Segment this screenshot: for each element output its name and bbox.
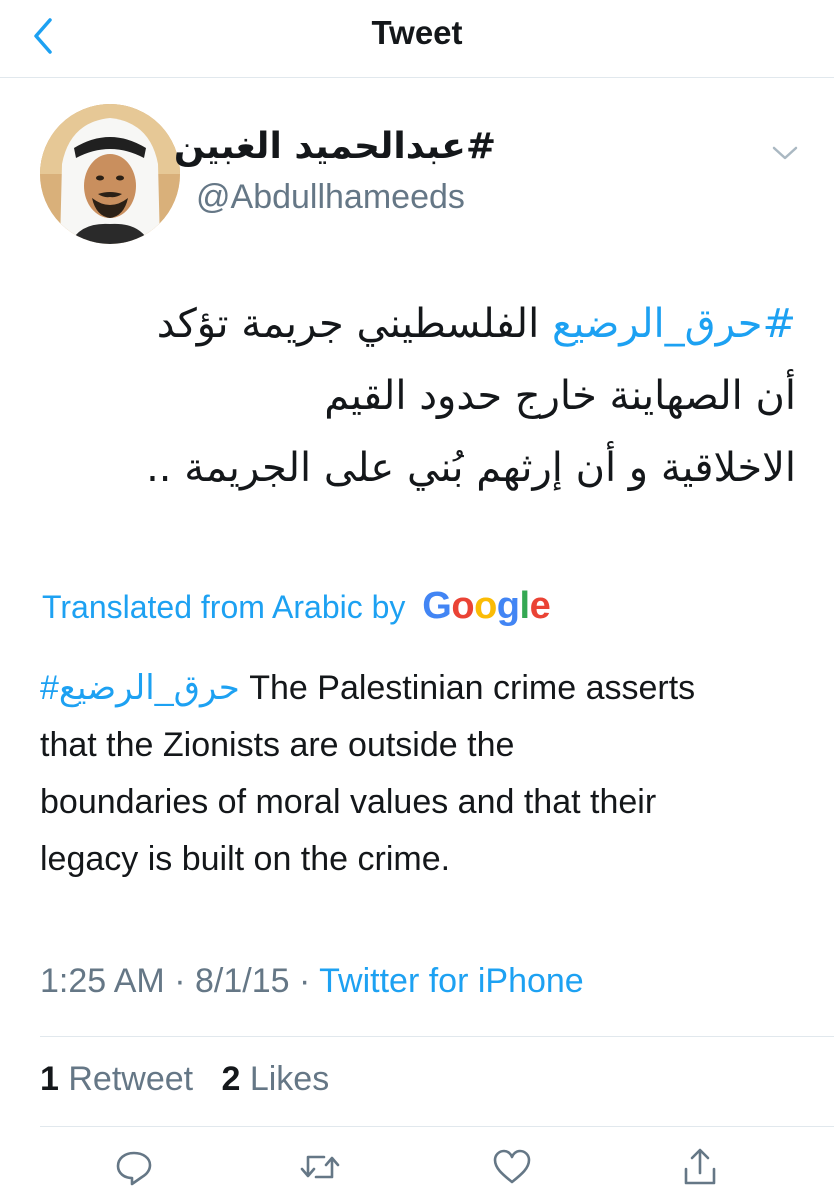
tweet-time: 1:25 AM [40,962,165,1000]
tweet-source-link[interactable]: Twitter for iPhone [319,962,584,1000]
tweet-line: أن الصهاينة خارج حدود القيم [324,373,796,419]
reply-icon [116,1151,152,1186]
meta-separator: · [298,962,311,1000]
reply-button[interactable] [112,1145,156,1189]
likes-label: Likes [249,1060,330,1098]
translation-attribution[interactable]: Translated from Arabic by Google [42,585,551,628]
divider [40,1126,834,1127]
meta-separator: · [174,962,186,1000]
retweets-label: Retweet [68,1060,194,1098]
translation-line: boundaries of moral values and that thei… [40,783,657,821]
tweet-line-text: الفلسطيني جريمة تؤكد [156,301,540,347]
page-title: Tweet [371,14,463,51]
profile-photo [40,104,180,244]
translation-line-text: The Palestinian crime asserts [239,669,696,707]
retweet-icon [300,1155,340,1179]
share-icon [684,1148,716,1185]
translated-text: #حرق_الرضيع The Palestinian crime assert… [40,660,800,888]
tweet-line: #حرق_الرضيع الفلسطيني جريمة تؤكد [36,288,796,360]
divider [40,1036,834,1037]
hashtag-link[interactable]: #حرق_الرضيع [552,301,796,347]
more-options-button[interactable] [768,138,802,168]
retweets-stat[interactable]: 1 Retweet [40,1060,193,1098]
tweet-text: #حرق_الرضيع الفلسطيني جريمة تؤكد أن الصه… [36,288,796,504]
tweet-stats: 1 Retweet 2 Likes [40,1060,329,1099]
translation-line: legacy is built on the crime. [40,840,451,878]
author-display-name[interactable]: #عبدالحميد الغبين [174,126,496,167]
heart-icon [493,1149,531,1184]
translation-label: Translated from Arabic by [42,589,406,625]
retweet-button[interactable] [298,1145,342,1189]
nav-bar: Tweet [0,0,834,78]
tweet-metadata: 1:25 AM · 8/1/15 · Twitter for iPhone [40,962,584,1001]
like-button[interactable] [490,1145,534,1189]
translation-line: that the Zionists are outside the [40,726,515,764]
retweets-count: 1 [40,1060,59,1098]
likes-count: 2 [221,1060,241,1098]
google-logo: Google [422,585,551,627]
share-button[interactable] [678,1145,722,1189]
likes-stat[interactable]: 2 Likes [221,1060,329,1098]
avatar[interactable] [40,104,180,244]
translation-line: #حرق_الرضيع The Palestinian crime assert… [40,660,800,717]
author-handle[interactable]: @Abdullhameeds [196,178,465,217]
tweet-date: 8/1/15 [194,962,290,1000]
action-bar [0,1145,834,1195]
chevron-down-icon [772,146,798,160]
hashtag-link[interactable]: #حرق_الرضيع [40,669,240,707]
tweet-line: الاخلاقية و أن إرثهم بُني على الجريمة .. [146,445,796,491]
